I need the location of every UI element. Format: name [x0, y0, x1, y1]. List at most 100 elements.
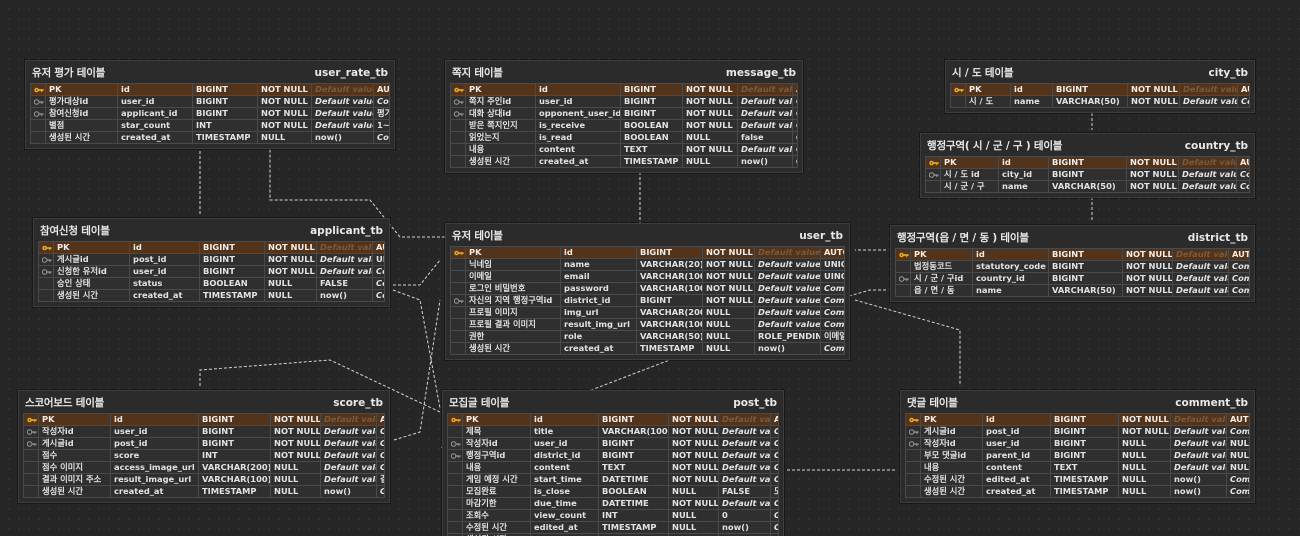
column-logical-name: 받은 쪽지인지: [465, 119, 536, 132]
table-row[interactable]: 생성된 시간created_atTIMESTAMPNULLnow()Commen…: [38, 289, 385, 302]
column-comment: Comment: [1228, 260, 1250, 273]
table-row[interactable]: 생성된 시간created_atTIMESTAMPNULLnow()Commen…: [450, 155, 798, 168]
column-logical-name: 읽었는지: [465, 131, 536, 144]
column-physical-name: score: [110, 449, 199, 462]
column-nullable: NULL: [702, 342, 755, 355]
table-row[interactable]: 모집완료is_closeBOOLEANNULLFALSE모집자(작성자)가 조작: [447, 485, 779, 498]
table-row[interactable]: 내용contentTEXTNOT NULLDefault valueCommen…: [447, 461, 779, 474]
table-row[interactable]: PKidBIGINTNOT NULLDefault valueAUTO_INCR…: [950, 83, 1250, 96]
table-row[interactable]: 평가대상id user_id BIGINT NOT NULL Default value…: [30, 95, 390, 108]
table-row[interactable]: 신청한 유저id user_id BIGINT NOT NULL Default val…: [38, 265, 385, 278]
table-row[interactable]: 결과 이미지 주소 result_image_url VARCHAR(100) NUL…: [23, 473, 385, 486]
column-physical-name: edited_at: [982, 473, 1051, 486]
erd-table-user_rate_tb[interactable]: 유저 평가 테이블 user_rate_tb PK id BIGINT NOT NULL D…: [25, 60, 395, 149]
table-row[interactable]: 내용contentTEXTNOT NULLDefault valueCommen…: [450, 143, 798, 156]
key-cell: [905, 461, 921, 474]
column-physical-name: start_time: [530, 473, 599, 486]
table-row[interactable]: 프로필 이미지 img_url VARCHAR(200) NULL Default va…: [450, 306, 845, 319]
table-row[interactable]: 작성자iduser_idBIGINTNOT NULLDefault valueC…: [447, 437, 779, 450]
table-row[interactable]: 프로필 결과 이미지 result_img_url VARCHAR(100) NULL…: [450, 318, 845, 331]
table-row[interactable]: 시 / 군 / 구 name VARCHAR(50) NOT NULL Default …: [925, 180, 1250, 193]
table-row[interactable]: 마감기한due_timeDATETIMENOT NULLDefault valu…: [447, 497, 779, 510]
column-comment: Comment: [376, 485, 385, 498]
column-data-type: BIGINT: [199, 241, 265, 254]
table-row[interactable]: 읽었는지is_readBOOLEANNULLfalseComment: [450, 131, 798, 144]
erd-table-post_tb[interactable]: 모집글 테이블 post_tb PK id BIGINT NOT NULL Default …: [442, 390, 784, 536]
column-logical-name: 프로필 이미지: [465, 306, 561, 319]
table-logical-title: 참여신청 테이블: [40, 225, 110, 237]
key-cell: [905, 437, 921, 450]
column-comment: Comment: [372, 265, 385, 278]
table-row[interactable]: 작성자iduser_idBIGINTNULLDefault valueNULL은…: [905, 437, 1250, 450]
erd-canvas[interactable]: 유저 평가 테이블 user_rate_tb PK id BIGINT NOT NULL D…: [0, 0, 1300, 536]
column-comment: AUTO_INCREMENT: [1226, 413, 1250, 426]
column-logical-name: 게시글id: [53, 253, 130, 266]
table-row[interactable]: PKidBIGINTNOT NULLDefault valueAUTO_INCR…: [895, 248, 1250, 261]
column-logical-name: 작성자id: [38, 425, 111, 438]
column-default-value: Default value: [718, 437, 771, 450]
table-row[interactable]: 행정구역id district_id BIGINT NOT NULL Default v…: [447, 449, 779, 462]
column-data-type: TIMESTAMP: [620, 155, 683, 168]
table-row[interactable]: 닉네임 name VARCHAR(20) NOT NULL Default value U…: [450, 258, 845, 271]
table-row[interactable]: 대화 상대id opponent_user_id BIGINT NOT NULL Def…: [450, 107, 798, 120]
table-logical-title: 모집글 테이블: [449, 397, 510, 409]
table-row[interactable]: 조회수view_countINTNULL0Comment: [447, 509, 779, 522]
erd-table-district_tb[interactable]: 행정구역(읍 / 면 / 동 ) 테이블 district_tb PK id BIGIN…: [890, 225, 1255, 302]
table-row[interactable]: 게임 예정 시간 start_time DATETIME NOT NULL Defaul…: [447, 473, 779, 486]
erd-table-applicant_tb[interactable]: 참여신청 테이블 applicant_tb PK id BIGINT NOT NULL De…: [33, 218, 390, 307]
table-row[interactable]: 시 / 군 / 구id country_id BIGINT NOT NULL Defau…: [895, 272, 1250, 285]
table-row[interactable]: 내용contentTEXTNULLDefault valueNULL은 댓글 삭…: [905, 461, 1250, 474]
table-row[interactable]: 받은 쪽지인지 is_receive BOOLEAN NOT NULL Default …: [450, 119, 798, 132]
table-row[interactable]: PKidBIGINTNOT NULLDefault valueAUTO_INCR…: [23, 413, 385, 426]
table-row[interactable]: PKidBIGINTNOT NULLDefault valueAUTO_INCR…: [905, 413, 1250, 426]
table-row[interactable]: 이메일 email VARCHAR(100) NOT NULL Default valu…: [450, 270, 845, 283]
erd-table-message_tb[interactable]: 쪽지 테이블 message_tb PK id BIGINT NOT NULL Defaul…: [445, 60, 803, 173]
key-cell: [447, 449, 463, 462]
column-default-value: now(): [1170, 485, 1227, 498]
table-row[interactable]: 점수 이미지 access_image_url VARCHAR(200) NULL De…: [23, 461, 385, 474]
erd-table-user_tb[interactable]: 유저 테이블 user_tb PK id BIGINT NOT NULL Default v…: [445, 223, 850, 360]
table-row[interactable]: 읍 / 면 / 동 name VARCHAR(50) NOT NULL Default …: [895, 284, 1250, 297]
table-row[interactable]: 생성된 시간created_atTIMESTAMPNULLnow()Commen…: [905, 485, 1250, 498]
column-nullable: NULL: [702, 318, 755, 331]
table-row[interactable]: 점수scoreINTNOT NULLDefault valueComment: [23, 449, 385, 462]
table-row[interactable]: PKidBIGINTNOT NULLDefault valueAUTO_INCR…: [925, 156, 1250, 169]
key-cell: [895, 248, 911, 261]
table-row[interactable]: 시 / 도nameVARCHAR(50)NOT NULLDefault valu…: [950, 95, 1250, 108]
table-row[interactable]: 생성된 시간created_atTIMESTAMPNULLnow()Commen…: [23, 485, 385, 498]
table-row[interactable]: 게시글idpost_idBIGINTNOT NULLDefault valueC…: [23, 437, 385, 450]
table-row[interactable]: 생성된 시간created_atTIMESTAMPNULLnow()Commen…: [30, 131, 390, 144]
table-row[interactable]: PKidBIGINTNOT NULLDefault valueAUTO_INCR…: [30, 83, 390, 96]
column-default-value: Default value: [754, 294, 821, 307]
table-row[interactable]: 참여신청id applicant_id BIGINT NOT NULL Default …: [30, 107, 390, 120]
foreign-key-icon: [929, 171, 939, 178]
table-row[interactable]: PKidBIGINTNOT NULLDefault valueAUTO_INCR…: [38, 241, 385, 254]
erd-table-score_tb[interactable]: 스코어보드 테이블 score_tb PK id BIGINT NOT NULL Defau…: [18, 390, 390, 503]
table-row[interactable]: 쪽지 주인iduser_idBIGINTNOT NULLDefault valu…: [450, 95, 798, 108]
table-row[interactable]: 승인 상태statusBOOLEANNULLFALSEComment: [38, 277, 385, 290]
table-row[interactable]: 권한roleVARCHAR(50)NULLROLE_PENDING이메일 인증 …: [450, 330, 845, 343]
table-row[interactable]: 로그인 비밀번호 password VARCHAR(100) NOT NULL Defa…: [450, 282, 845, 295]
column-data-type: VARCHAR(200): [636, 306, 703, 319]
table-row[interactable]: 게시글idpost_idBIGINTNOT NULLDefault valueU…: [38, 253, 385, 266]
table-row[interactable]: 제목titleVARCHAR(100)NOT NULLDefault value…: [447, 425, 779, 438]
erd-table-comment_tb[interactable]: 댓글 테이블 comment_tb PK id BIGINT NOT NULL Defaul…: [900, 390, 1255, 503]
table-row[interactable]: 작성자iduser_idBIGINTNOT NULLDefault valueC…: [23, 425, 385, 438]
table-row[interactable]: 법정동코드 statutory_code BIGINT NOT NULL Default…: [895, 260, 1250, 273]
erd-table-country_tb[interactable]: 행정구역( 시 / 군 / 구 ) 테이블 country_tb PK id BIGIN…: [920, 133, 1255, 198]
table-row[interactable]: PKidBIGINTNOT NULLDefault valueAUTO_INCR…: [450, 83, 798, 96]
table-row[interactable]: 게시글idpost_idBIGINTNOT NULLDefault valueC…: [905, 425, 1250, 438]
column-comment: AUTO_INCREMENT: [373, 83, 390, 96]
table-row[interactable]: PKidBIGINTNOT NULLDefault valueAUTO_INCR…: [447, 413, 779, 426]
table-row[interactable]: 수정된 시간edited_atTIMESTAMPNULLnow()Comment: [447, 521, 779, 534]
erd-table-city_tb[interactable]: 시 / 도 테이블 city_tb PK id BIGINT NOT NULL Defaul…: [945, 60, 1255, 113]
table-row[interactable]: 별점star_countINTNOT NULLDefault value1~5만…: [30, 119, 390, 132]
table-row[interactable]: 수정된 시간edited_atTIMESTAMPNULLnow()Comment: [905, 473, 1250, 486]
column-physical-name: post_id: [110, 437, 199, 450]
column-physical-name: user_id: [110, 425, 199, 438]
table-row[interactable]: 부모 댓글idparent_idBIGINTNULLDefault valueN…: [905, 449, 1250, 462]
table-row[interactable]: PKidBIGINTNOT NULLDefault valueAUTO_INCR…: [450, 246, 845, 259]
table-row[interactable]: 시 / 도 id city_id BIGINT NOT NULL Default val…: [925, 168, 1250, 181]
table-row[interactable]: 생성된 시간created_atTIMESTAMPNULLnow()Commen…: [450, 342, 845, 355]
table-row[interactable]: 자신의 지역 행정구역id district_id BIGINT NOT NULL De…: [450, 294, 845, 307]
